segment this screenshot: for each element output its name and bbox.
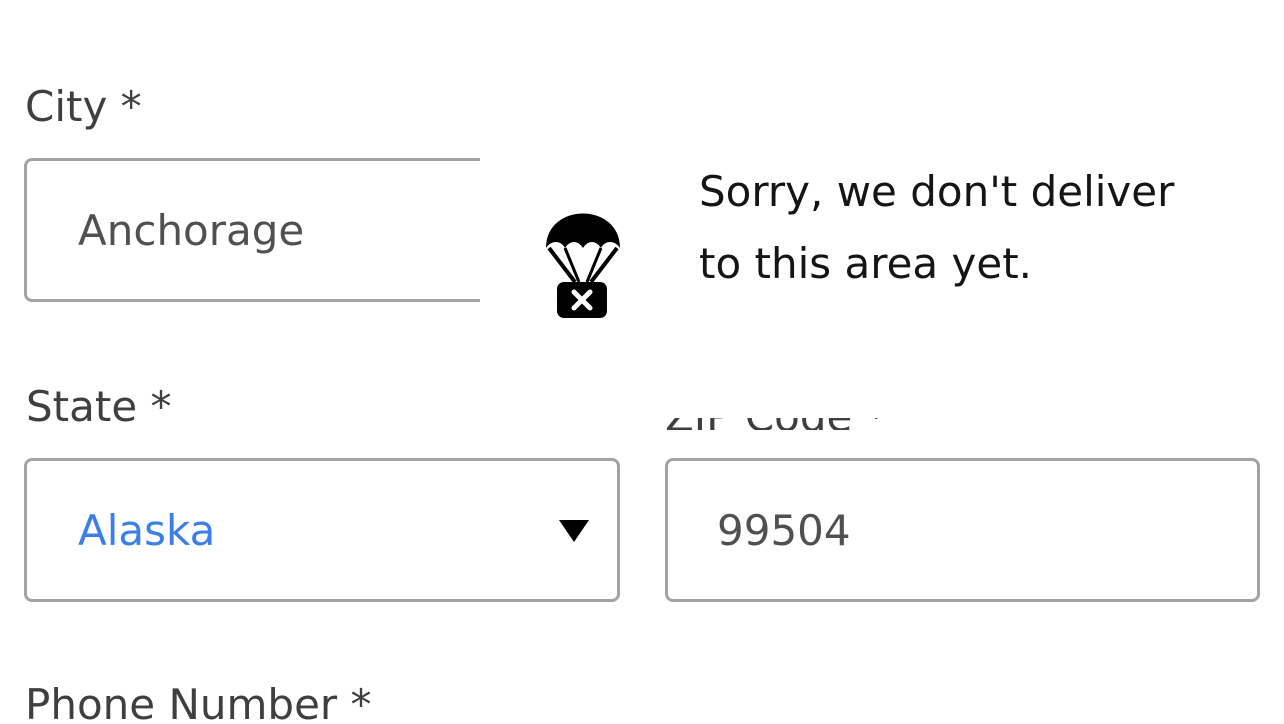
parachute-box-x-icon xyxy=(546,213,620,318)
state-select[interactable]: Alaska xyxy=(24,458,620,602)
zip-label-wrapper: ZIP Code * xyxy=(665,418,965,430)
state-value: Alaska xyxy=(78,505,216,555)
state-label: State * xyxy=(26,382,172,431)
city-label: City * xyxy=(25,82,142,131)
phone-label: Phone Number * xyxy=(25,680,372,724)
address-form: City * Anchorage State * Alaska ZIP Code… xyxy=(0,0,1284,724)
chevron-down-icon xyxy=(559,520,589,542)
city-value: Anchorage xyxy=(78,205,305,255)
delivery-unavailable-tooltip: Sorry, we don't deliver to this area yet… xyxy=(480,120,1284,418)
zip-input[interactable]: 99504 xyxy=(665,458,1260,602)
zip-value: 99504 xyxy=(717,505,851,555)
zip-label: ZIP Code * xyxy=(665,418,887,430)
tooltip-message: Sorry, we don't deliver to this area yet… xyxy=(699,167,1175,288)
